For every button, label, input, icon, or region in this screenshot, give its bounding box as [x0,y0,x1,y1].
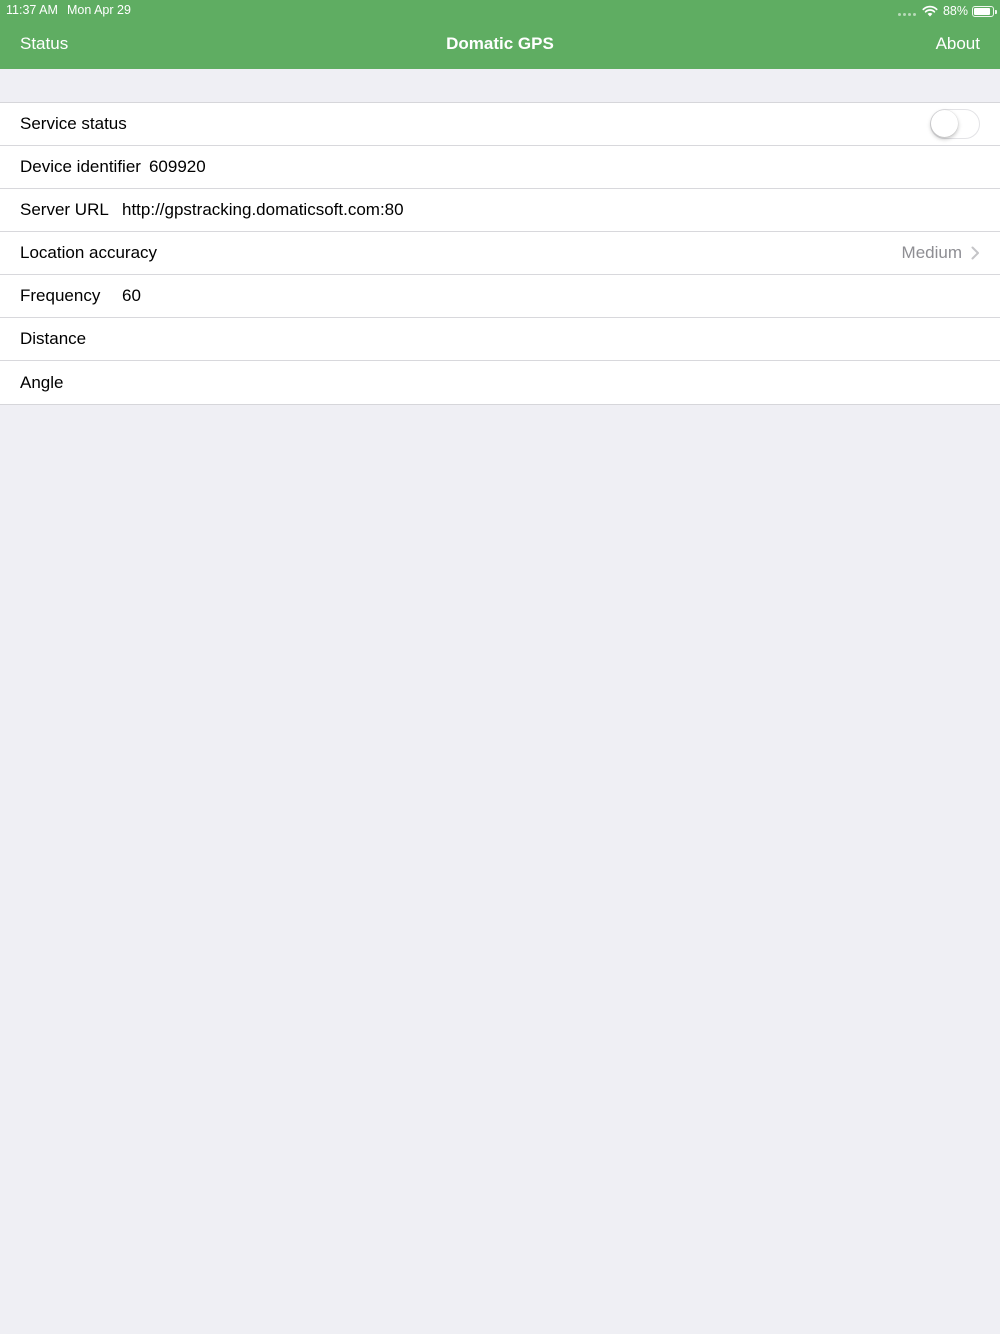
angle-label: Angle [20,372,64,392]
wifi-icon [922,5,938,17]
navigation-bar: 11:37 AM Mon Apr 29 88% Status Domatic G… [0,0,1000,69]
service-status-label: Service status [20,114,127,133]
frequency-field[interactable]: 60 [122,286,141,306]
angle-row[interactable]: Angle [0,361,1000,404]
cellular-dots-icon [897,12,916,16]
device-identifier-row[interactable]: Device identifier 609920 [0,146,1000,189]
status-bar: 11:37 AM Mon Apr 29 88% [0,0,1000,22]
battery-icon [972,5,997,17]
status-time: 11:37 AM [6,3,58,17]
location-accuracy-row[interactable]: Location accuracy Medium [0,232,1000,275]
toggle-knob [931,110,958,137]
server-url-field[interactable]: http://gpstracking.domaticsoft.com:80 [122,200,404,220]
frequency-row[interactable]: Frequency 60 [0,275,1000,318]
location-accuracy-label: Location accuracy [20,243,158,262]
device-identifier-field[interactable]: 609920 [149,157,206,177]
location-accuracy-value: Medium [901,243,962,262]
server-url-row[interactable]: Server URL http://gpstracking.domaticsof… [0,189,1000,232]
status-date: Mon Apr 29 [67,3,131,17]
server-url-label: Server URL [20,200,109,219]
device-identifier-label: Device identifier [20,157,141,176]
battery-percent: 88% [942,4,968,18]
service-status-row: Service status [0,103,1000,146]
distance-row[interactable]: Distance [0,318,1000,361]
chevron-right-icon [971,246,979,260]
page-title: Domatic GPS [446,34,554,53]
service-status-toggle[interactable] [930,109,980,139]
settings-list: Service status Device identifier 609920 … [0,102,1000,405]
status-indicators: 88% [897,2,997,20]
distance-label: Distance [20,329,87,348]
frequency-label: Frequency [20,286,101,305]
about-button[interactable]: About [936,34,980,54]
